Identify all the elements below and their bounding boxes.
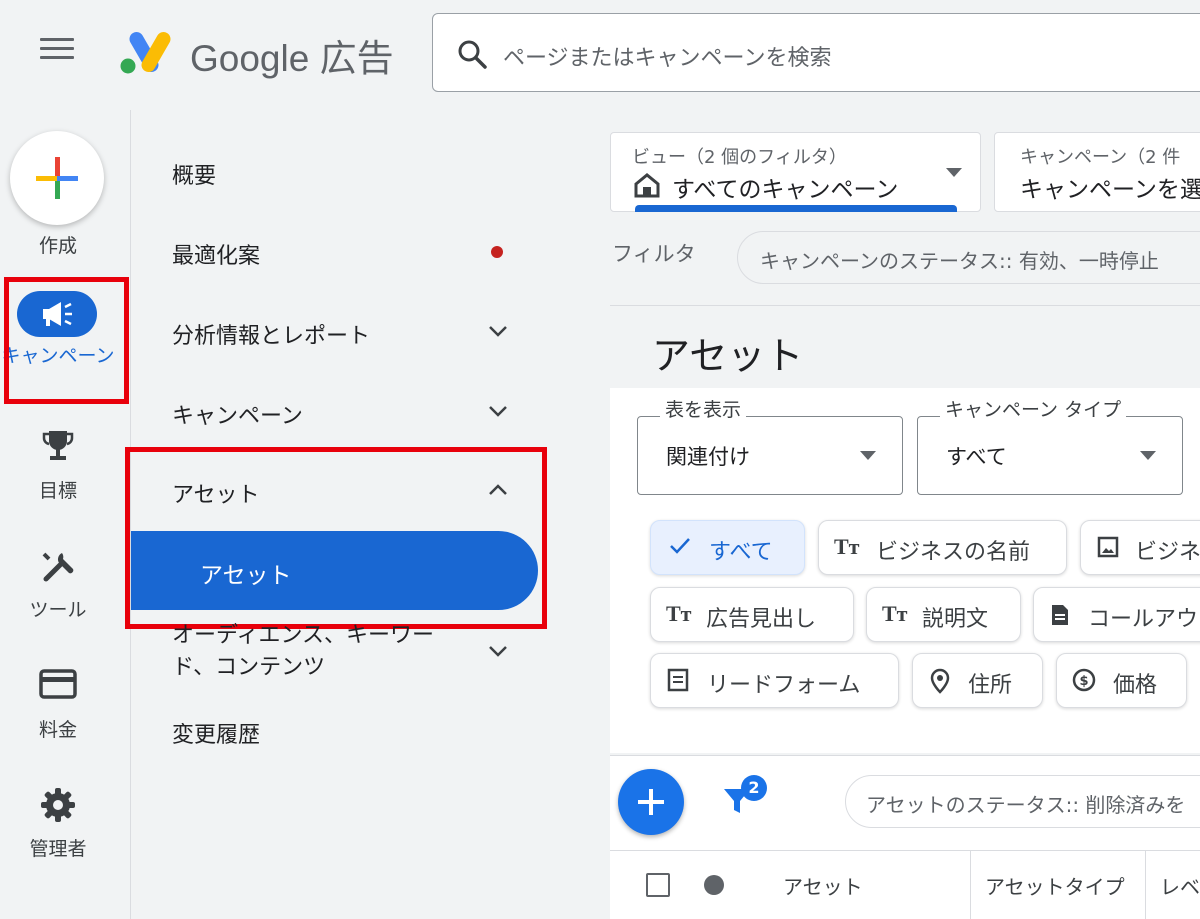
rail-admin-label: 管理者 — [29, 838, 87, 860]
column-header-asset[interactable]: アセット — [783, 871, 863, 900]
credit-card-icon[interactable] — [39, 668, 77, 700]
nav-recommendations[interactable]: 最適化案 — [172, 238, 260, 270]
chevron-down-icon[interactable] — [488, 644, 508, 658]
plus-icon — [36, 157, 78, 199]
chip-business-name-label: ビジネスの名前 — [876, 540, 1031, 565]
brand-title: Google 広告 — [190, 38, 394, 79]
nav-change-history[interactable]: 変更履歴 — [172, 717, 260, 749]
chevron-down-icon[interactable] — [488, 324, 508, 338]
chip-lead-form-label: リードフォーム — [707, 673, 861, 698]
filter-label: フィルタ — [612, 242, 696, 266]
campaign-selector-label: キャンペーン（2 件 — [1020, 147, 1181, 168]
add-asset-button[interactable] — [618, 769, 684, 835]
menu-icon[interactable] — [40, 38, 74, 64]
chip-location-label: 住所 — [968, 673, 1013, 698]
highlight-box-assets — [125, 447, 547, 629]
location-pin-icon — [930, 668, 950, 694]
dropdown-arrow-icon — [860, 451, 876, 460]
view-selector-label: ビュー（2 個のフィルタ） — [632, 147, 847, 168]
chip-description-label: 説明文 — [922, 607, 989, 632]
chip-price-label: 価格 — [1113, 673, 1158, 698]
text-format-icon: Tт — [834, 534, 860, 559]
trophy-icon[interactable] — [40, 428, 76, 464]
campaign-status-filter-text: キャンペーンのステータス:: 有効、一時停止 — [760, 249, 1159, 273]
rail-tools-label: ツール — [29, 599, 87, 621]
table-view-value: 関連付け — [666, 445, 750, 469]
create-button[interactable] — [10, 131, 104, 225]
status-dot-icon — [704, 875, 724, 895]
chip-callout-label: コールアウ — [1088, 607, 1199, 632]
dollar-icon: $ — [1072, 668, 1096, 692]
image-icon — [1097, 536, 1119, 558]
svg-text:$: $ — [1079, 674, 1088, 689]
home-icon — [634, 173, 660, 198]
page-title: アセット — [652, 334, 804, 378]
search-placeholder: ページまたはキャンペーンを検索 — [503, 46, 832, 71]
table-view-label: 表を表示 — [660, 395, 747, 422]
chip-headline-label: 広告見出し — [706, 607, 817, 632]
rail-create-label: 作成 — [38, 235, 77, 257]
column-divider — [1145, 850, 1146, 919]
view-selector-value: すべてのキャンペーン — [672, 177, 899, 203]
google-ads-logo[interactable] — [118, 28, 172, 76]
campaign-selector-value: キャンペーンを選 — [1020, 177, 1200, 203]
text-format-icon: Tт — [666, 601, 692, 626]
column-divider — [970, 850, 971, 919]
view-selector-underline — [635, 205, 957, 212]
rail-billing-label: 料金 — [38, 719, 77, 741]
column-header-level[interactable]: レベ — [1160, 871, 1200, 900]
nav-audiences[interactable]: オーディエンス、キーワード、コンテンツ — [172, 620, 462, 684]
highlight-box-campaigns — [4, 277, 129, 404]
check-icon — [670, 538, 690, 554]
nav-campaigns[interactable]: キャンペーン — [172, 398, 303, 430]
search-icon — [458, 40, 487, 69]
notification-dot — [491, 246, 503, 258]
filter-count-badge: 2 — [741, 775, 767, 801]
nav-overview[interactable]: 概要 — [172, 158, 216, 190]
document-icon — [1052, 605, 1068, 625]
plus-icon — [638, 789, 664, 815]
chip-business-logo-label: ビジネ — [1135, 540, 1200, 565]
chevron-down-icon[interactable] — [488, 404, 508, 418]
campaign-type-value: すべて — [946, 445, 1007, 469]
asset-status-filter-text: アセットのステータス:: 削除済みを — [866, 793, 1186, 817]
dropdown-arrow-icon — [1140, 451, 1156, 460]
text-format-icon: Tт — [882, 601, 908, 626]
tools-icon[interactable] — [40, 549, 76, 585]
form-icon — [667, 668, 689, 692]
select-all-checkbox[interactable] — [646, 873, 670, 897]
rail-goals-label: 目標 — [38, 480, 77, 502]
campaign-type-label: キャンペーン タイプ — [940, 395, 1127, 422]
gear-icon[interactable] — [39, 786, 77, 824]
column-header-asset-type[interactable]: アセットタイプ — [985, 871, 1125, 900]
nav-insights[interactable]: 分析情報とレポート — [172, 318, 370, 350]
chip-all-label: すべて — [709, 540, 773, 565]
dropdown-arrow-icon — [946, 168, 962, 177]
divider — [610, 305, 1200, 306]
